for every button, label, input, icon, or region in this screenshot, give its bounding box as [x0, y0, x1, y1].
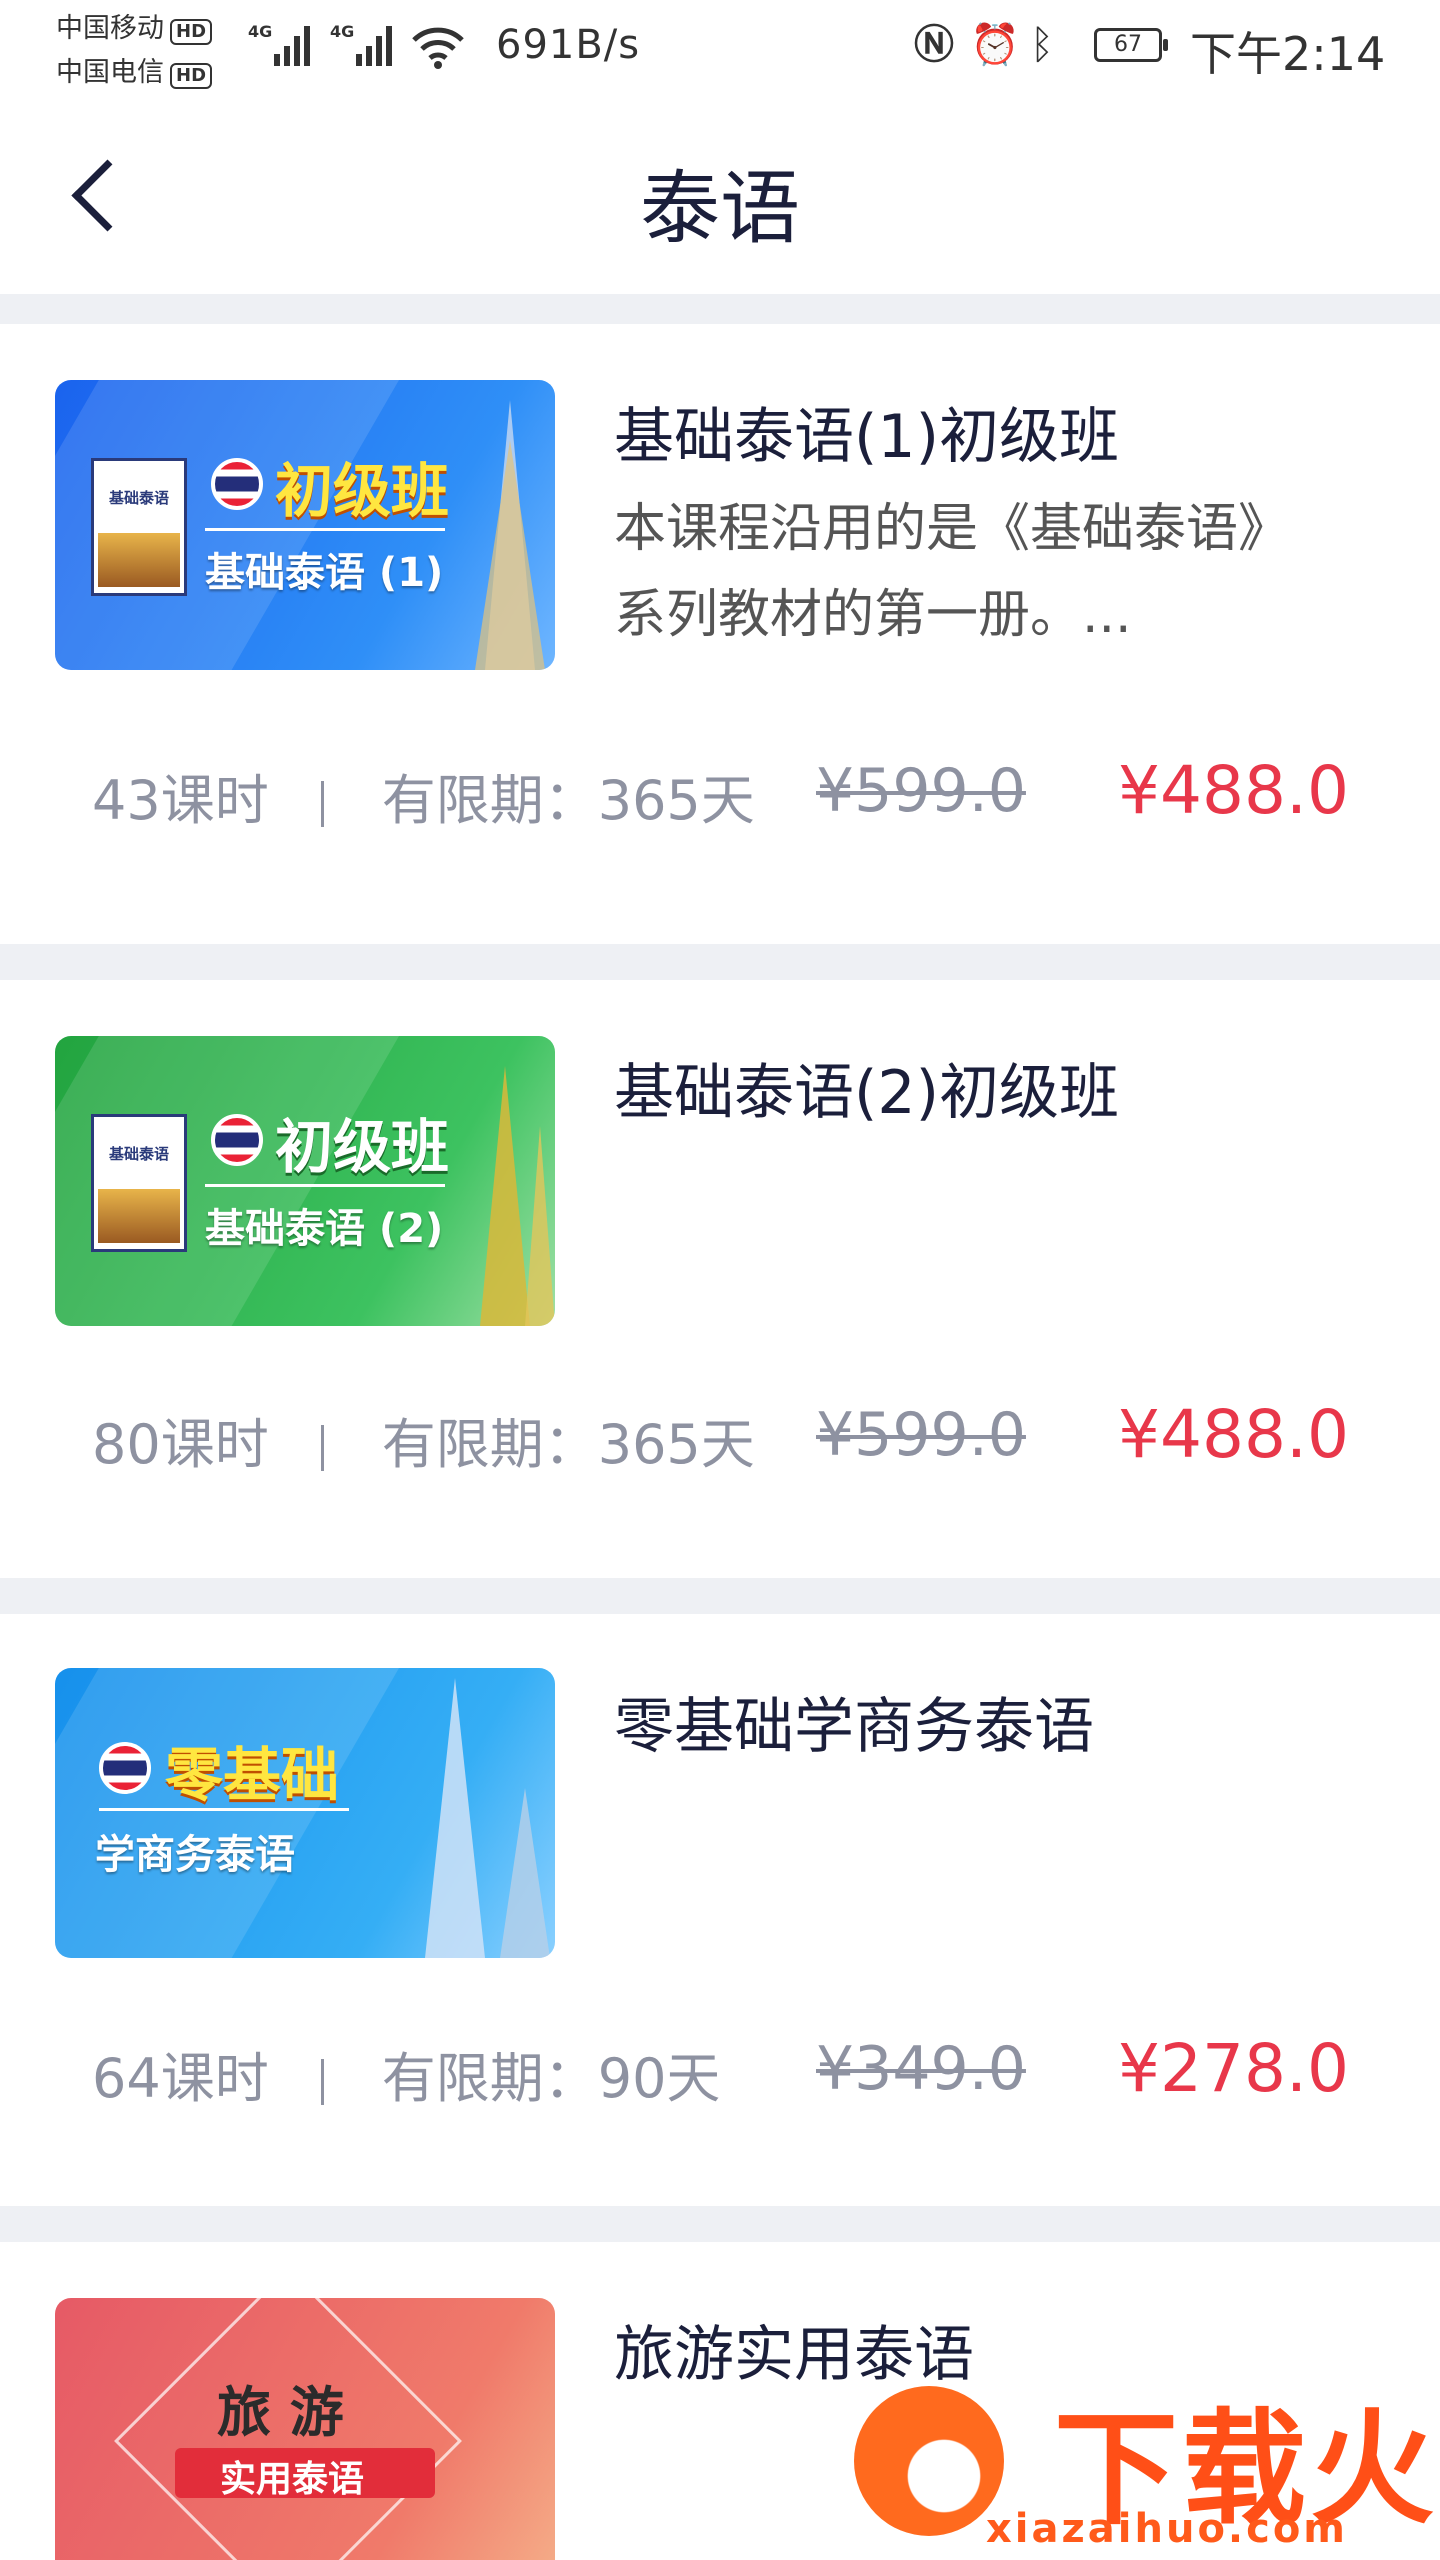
clock: 下午2:14: [1190, 27, 1386, 81]
course-description: [614, 1776, 1334, 1948]
course-meta: 64课时 有限期：90天: [92, 2047, 721, 2110]
thumb-subtitle: 基础泰语 (1): [205, 550, 444, 596]
carrier-2: 中国电信 HD: [56, 50, 213, 89]
course-title[interactable]: 基础泰语(1)初级班: [614, 388, 1119, 475]
sale-price: ¥278.0: [1118, 2030, 1349, 2107]
thumb-badge: 初级班: [275, 457, 450, 525]
course-description: 本课程沿用的是《基础泰语》系列教材的第一册。...: [614, 499, 1291, 645]
signal-icon-2: [356, 26, 392, 66]
nav-bar: 泰语: [0, 100, 1440, 294]
original-price: ¥599.0: [816, 1400, 1026, 1470]
temple-image: [480, 1066, 555, 1326]
alarm-icon: ⏰: [970, 22, 1020, 68]
book-cover: 基础泰语: [91, 458, 187, 596]
course-thumbnail[interactable]: 旅 游 实用泰语: [55, 2298, 555, 2560]
watermark-url: xiazaihuo.com: [986, 2506, 1348, 2552]
fire-logo-icon: [854, 2386, 1004, 2536]
original-price: ¥599.0: [816, 756, 1026, 826]
thumb-badge: 旅 游: [217, 2381, 344, 2444]
course-meta: 43课时 有限期：365天: [92, 769, 755, 832]
original-price: ¥349.0: [816, 2034, 1026, 2104]
network-type-2: 4G: [330, 22, 355, 41]
signal-icon: [274, 26, 310, 66]
net-speed: 691B/s: [496, 22, 641, 68]
divider: [0, 2206, 1440, 2242]
temple-image: [425, 1678, 550, 1958]
bluetooth-icon: ᛒ: [1030, 22, 1054, 68]
thumb-subtitle: 学商务泰语: [95, 1832, 295, 1878]
thai-flag-icon: [99, 1742, 151, 1794]
course-card[interactable]: 零基础 学商务泰语 零基础学商务泰语 64课时 有限期：90天 ¥349.0 ¥2…: [0, 1614, 1440, 2224]
thai-flag-icon: [211, 458, 263, 510]
course-card[interactable]: 基础泰语 初级班 基础泰语 (2) 基础泰语(2)初级班 80课时 有限期：365…: [0, 980, 1440, 1590]
course-card[interactable]: 基础泰语 初级班 基础泰语 (1) 基础泰语(1)初级班 本课程沿用的是《基础泰…: [0, 324, 1440, 934]
divider: [0, 294, 1440, 324]
course-description: [614, 1142, 1334, 1314]
carrier-1: 中国移动 HD: [56, 6, 213, 45]
page-title: 泰语: [640, 162, 800, 255]
wifi-icon: [412, 27, 464, 69]
sale-price: ¥488.0: [1118, 1396, 1349, 1473]
temple-image: [475, 400, 545, 670]
sale-price: ¥488.0: [1118, 752, 1349, 829]
thumb-subtitle: 实用泰语: [220, 2459, 365, 2500]
battery-icon: 67: [1094, 28, 1168, 62]
course-thumbnail[interactable]: 零基础 学商务泰语: [55, 1668, 555, 1958]
thumb-badge: 初级班: [275, 1113, 450, 1181]
course-title[interactable]: 基础泰语(2)初级班: [614, 1044, 1119, 1131]
watermark-logo: 下载火 xiazaihuo.com: [854, 2378, 1440, 2560]
network-type-1: 4G: [248, 22, 273, 41]
divider: [0, 944, 1440, 980]
nfc-icon: Ⓝ: [914, 22, 954, 68]
course-title[interactable]: 零基础学商务泰语: [614, 1678, 1094, 1765]
thai-flag-icon: [211, 1114, 263, 1166]
thumb-badge: 零基础: [165, 1741, 340, 1809]
course-thumbnail[interactable]: 基础泰语 初级班 基础泰语 (1): [55, 380, 555, 670]
thumb-subtitle: 基础泰语 (2): [205, 1206, 444, 1252]
status-bar: 中国移动 HD 中国电信 HD 4G 4G 691B/s Ⓝ ⏰ ᛒ 67 下午2:…: [0, 0, 1440, 100]
divider: [0, 1578, 1440, 1614]
book-cover: 基础泰语: [91, 1114, 187, 1252]
course-meta: 80课时 有限期：365天: [92, 1413, 755, 1476]
course-thumbnail[interactable]: 基础泰语 初级班 基础泰语 (2): [55, 1036, 555, 1326]
